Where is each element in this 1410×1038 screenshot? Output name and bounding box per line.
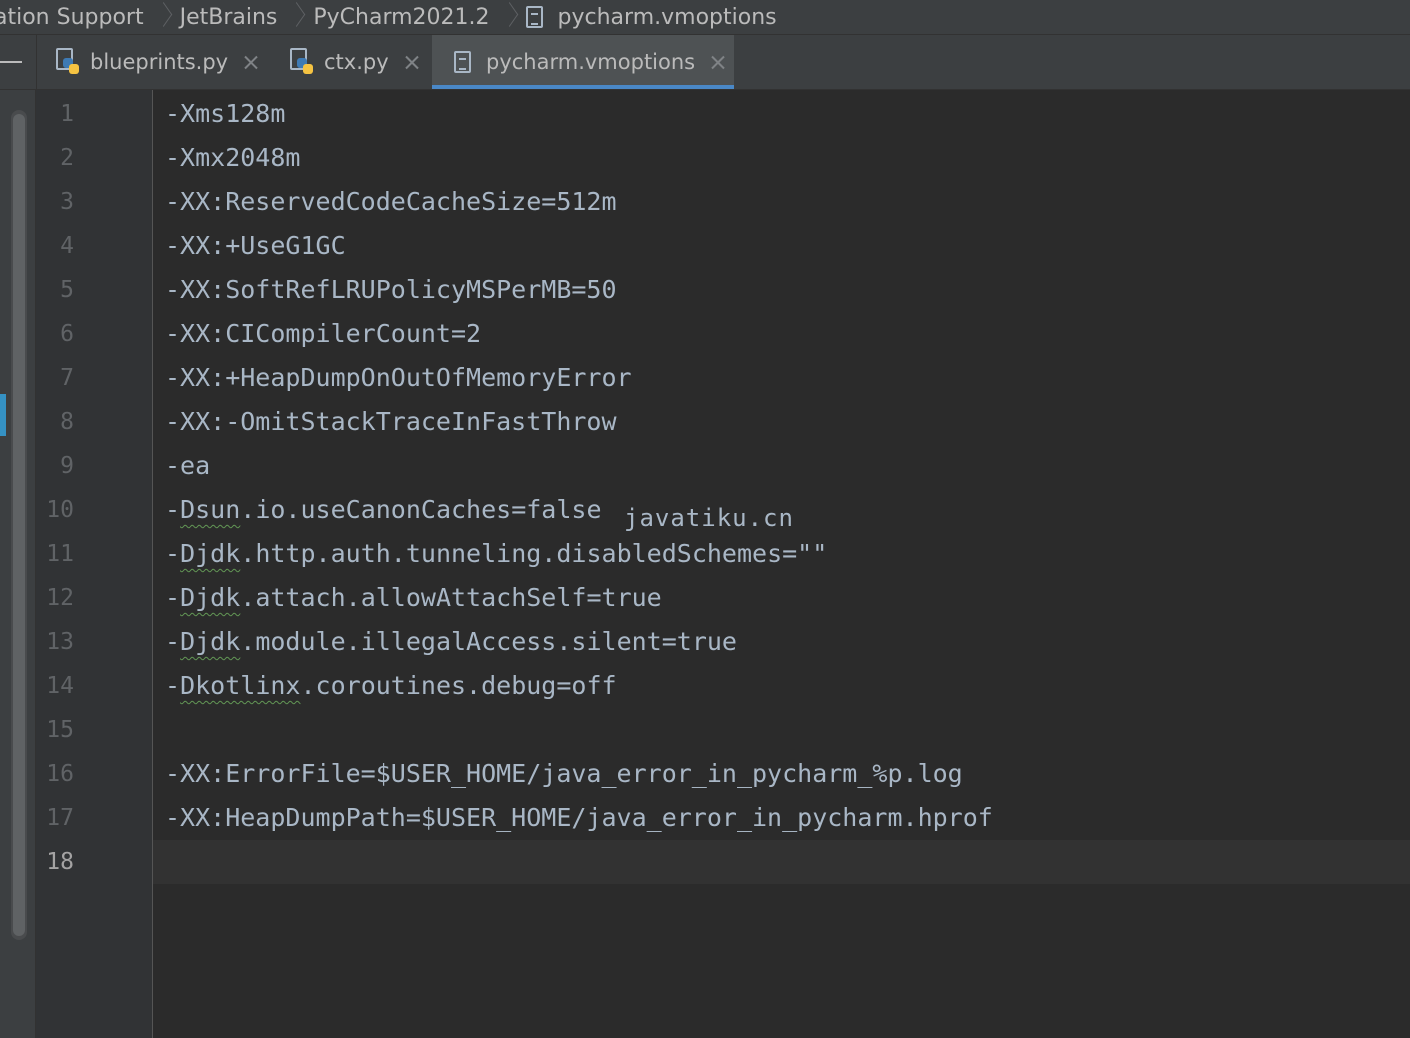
spelling-typo-highlight: Dsun: [180, 495, 241, 524]
line-number: 3: [60, 189, 74, 215]
close-icon[interactable]: [405, 55, 419, 69]
tab-label: pycharm.vmoptions: [486, 50, 696, 74]
line-number: 2: [60, 145, 74, 171]
code-line[interactable]: -Djdk.attach.allowAttachSelf=true: [165, 576, 662, 620]
code-line[interactable]: -Djdk.http.auth.tunneling.disabledScheme…: [165, 532, 827, 576]
breadcrumb-item-label: pycharm.vmoptions: [557, 4, 777, 30]
close-icon[interactable]: [711, 55, 725, 69]
line-number: 8: [60, 409, 74, 435]
code-line[interactable]: -Dsun.io.useCanonCaches=false: [165, 488, 602, 532]
code-line[interactable]: -ea: [165, 444, 210, 488]
line-number: 1: [60, 101, 74, 127]
line-number: 4: [60, 233, 74, 259]
tab-label: ctx.py: [324, 50, 389, 74]
tab-label: blueprints.py: [90, 50, 229, 74]
line-number-gutter: 1 2 3 4 5 6 7 8 9 10 11 12 13 14 15 16 1…: [36, 90, 153, 1038]
chevron-right-icon: [289, 4, 299, 30]
code-line[interactable]: -Dkotlinx.coroutines.debug=off: [165, 664, 617, 708]
code-line[interactable]: -XX:SoftRefLRUPolicyMSPerMB=50: [165, 268, 617, 312]
line-number: 14: [46, 673, 74, 699]
code-line[interactable]: -XX:HeapDumpPath=$USER_HOME/java_error_i…: [165, 796, 993, 840]
line-number: 15: [46, 717, 74, 743]
spelling-typo-highlight: Djdk: [180, 539, 241, 568]
code-line[interactable]: -XX:+HeapDumpOnOutOfMemoryError: [165, 356, 632, 400]
watermark-text: javatiku.cn: [624, 504, 794, 532]
line-number: 9: [60, 453, 74, 479]
line-number: 5: [60, 277, 74, 303]
close-icon[interactable]: [244, 55, 258, 69]
current-line-number: 18: [46, 849, 74, 875]
code-editor[interactable]: -Xms128m -Xmx2048m -XX:ReservedCodeCache…: [153, 90, 1410, 1038]
code-line[interactable]: -Xms128m: [165, 92, 285, 136]
scrollbar-thumb[interactable]: [13, 114, 25, 936]
active-tool-marker: [0, 394, 6, 436]
spelling-typo-highlight: Djdk: [180, 583, 241, 612]
active-tab-indicator: [432, 85, 734, 89]
spelling-typo-highlight: Dkotlinx: [180, 671, 301, 700]
chevron-right-icon: [502, 4, 512, 30]
tab-blueprints-py[interactable]: blueprints.py: [56, 35, 268, 89]
tab-ctx-py[interactable]: ctx.py: [290, 35, 430, 89]
line-number: 16: [46, 761, 74, 787]
tab-pycharm-vmoptions[interactable]: pycharm.vmoptions: [432, 35, 734, 89]
ide-window: ation Support JetBrains PyCharm2021.2 py…: [0, 0, 1410, 1038]
line-number: 13: [46, 629, 74, 655]
spelling-typo-highlight: Djdk: [180, 627, 241, 656]
text-file-icon: [525, 6, 543, 28]
python-file-icon: [56, 48, 82, 76]
code-line[interactable]: -Djdk.module.illegalAccess.silent=true: [165, 620, 737, 664]
code-line[interactable]: -XX:+UseG1GC: [165, 224, 346, 268]
caret-row-highlight: [153, 840, 1410, 884]
line-number: 12: [46, 585, 74, 611]
code-line[interactable]: -Xmx2048m: [165, 136, 300, 180]
breadcrumb-item-application-support[interactable]: ation Support: [0, 5, 144, 30]
text-file-icon: [454, 51, 471, 73]
line-number: 10: [46, 497, 74, 523]
editor-tab-bar: blueprints.py ctx.py pycharm.vmoptions: [0, 35, 1410, 90]
python-file-icon: [290, 48, 316, 76]
breadcrumb-item-jetbrains[interactable]: JetBrains: [180, 5, 278, 30]
line-number: 17: [46, 805, 74, 831]
chevron-right-icon: [156, 4, 166, 30]
tab-bar-left-corner: [0, 35, 37, 89]
breadcrumb-item-vmoptions[interactable]: pycharm.vmoptions: [525, 4, 777, 30]
code-line[interactable]: -XX:-OmitStackTraceInFastThrow: [165, 400, 617, 444]
line-number: 7: [60, 365, 74, 391]
breadcrumb: ation Support JetBrains PyCharm2021.2 py…: [0, 0, 1410, 35]
code-line[interactable]: -XX:CICompilerCount=2: [165, 312, 481, 356]
line-number: 11: [46, 541, 74, 567]
code-line[interactable]: -XX:ErrorFile=$USER_HOME/java_error_in_p…: [165, 752, 963, 796]
breadcrumb-item-pycharm2021[interactable]: PyCharm2021.2: [313, 5, 489, 30]
minimize-icon[interactable]: [0, 61, 22, 63]
code-line[interactable]: -XX:ReservedCodeCacheSize=512m: [165, 180, 617, 224]
line-number: 6: [60, 321, 74, 347]
